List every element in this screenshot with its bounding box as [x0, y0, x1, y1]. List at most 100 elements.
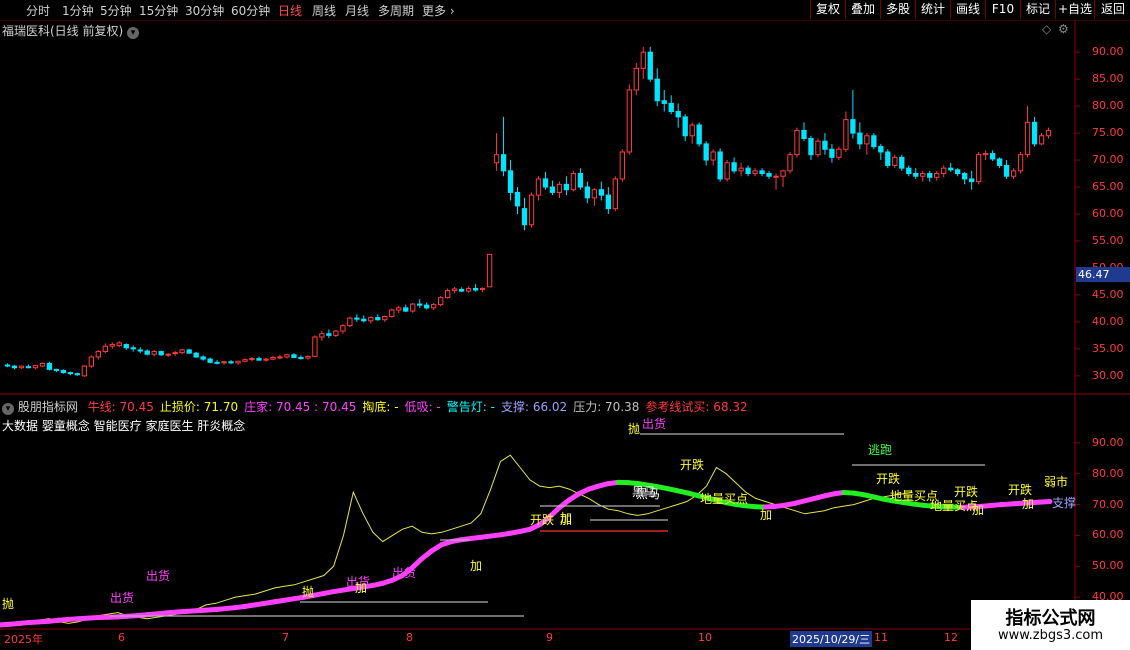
- candle-body-22: [158, 351, 164, 356]
- candle-body-54: [382, 315, 388, 321]
- candle-body-102: [717, 151, 723, 180]
- candle-body-36: [256, 358, 262, 361]
- signal-label-21: 加: [1022, 497, 1034, 511]
- candle-body-68: [479, 287, 486, 291]
- watermark-title: 指标公式网: [1005, 608, 1096, 629]
- candle-body-124: [871, 135, 877, 148]
- main-y-tick-9: 45.00: [1092, 287, 1124, 301]
- x-label-oct: 10: [698, 631, 712, 644]
- x-label-jun: 6: [118, 631, 125, 644]
- ind-y-tick-0: 90.00: [1092, 435, 1124, 449]
- signal-label-11: 抛: [628, 421, 640, 436]
- candle-body-146: [1024, 121, 1031, 156]
- candle-body-119: [836, 148, 842, 158]
- ind-y-tick-4: 50.00: [1092, 559, 1124, 573]
- candle-body-143: [1003, 164, 1010, 177]
- candle-body-80: [563, 183, 570, 191]
- candle-body-117: [822, 140, 828, 150]
- signal-label-3: 抛: [302, 584, 314, 599]
- kline-chart[interactable]: 抛出货出货抛出货出货加加加开跌黑马抛 出货黑马开跌地量买点加开跌逃跑地量买点 开跌加…: [0, 0, 1130, 650]
- x-label-sep: 9: [546, 631, 553, 644]
- candle-body-64: [451, 288, 458, 292]
- candle-body-45: [319, 333, 325, 338]
- candle-body-26: [186, 349, 192, 354]
- candle-body-56: [396, 307, 402, 311]
- candle-body-70: [493, 154, 500, 164]
- candle-body-134: [941, 167, 947, 175]
- candle-body-27: [193, 352, 199, 358]
- candle-body-138: [968, 178, 975, 183]
- candle-body-126: [885, 151, 891, 166]
- candle-body-105: [738, 167, 744, 172]
- candle-body-99: [696, 124, 702, 145]
- candle-body-140: [982, 153, 989, 156]
- candle-body-89: [626, 89, 632, 153]
- gear-icon[interactable]: ⚙: [1058, 22, 1069, 36]
- candle-body-65: [458, 289, 465, 292]
- candle-body-55: [389, 309, 395, 317]
- candle-body-43: [305, 355, 311, 359]
- candle-body-0: [4, 364, 11, 367]
- signal-label-0: 抛: [2, 596, 14, 611]
- signal-label-25: 弱市: [1044, 474, 1068, 489]
- readout-6: 支撑: 66.02: [500, 400, 568, 414]
- candle-body-71: [500, 154, 507, 172]
- candle-body-75: [528, 194, 535, 226]
- signal-label-7: 加: [470, 559, 482, 573]
- candle-body-103: [724, 162, 730, 180]
- stock-title: 福瑞医科(日线 前复权): [2, 24, 124, 38]
- x-label-jul: 7: [282, 631, 289, 644]
- signal-label-2: 出货: [146, 568, 170, 583]
- x-label-2025: 2025年: [4, 633, 43, 646]
- candle-body-100: [703, 143, 709, 161]
- diamond-icon[interactable]: ◇: [1042, 22, 1051, 36]
- candle-body-111: [780, 170, 786, 177]
- candle-body-58: [410, 303, 416, 312]
- candle-body-66: [465, 287, 472, 292]
- candle-body-13: [95, 351, 101, 358]
- candle-body-25: [179, 349, 185, 354]
- main-y-tick-0: 90.00: [1092, 45, 1124, 59]
- main-y-tick-4: 70.00: [1092, 153, 1124, 167]
- x-label-nov: 11: [874, 631, 888, 644]
- candle-body-47: [333, 330, 339, 336]
- candle-body-23: [165, 353, 171, 356]
- candle-body-144: [1010, 170, 1017, 177]
- candle-body-15: [109, 344, 115, 347]
- candle-body-137: [962, 173, 968, 180]
- signal-label-15: 地量买点: [700, 492, 748, 506]
- candle-body-74: [521, 208, 528, 226]
- candle-body-81: [570, 173, 577, 191]
- candle-body-4: [32, 365, 39, 369]
- candle-body-34: [242, 359, 248, 362]
- candle-body-38: [270, 356, 276, 360]
- current-price-marker: 46.47: [1076, 267, 1130, 282]
- candle-body-21: [151, 351, 157, 355]
- candle-body-116: [815, 140, 821, 156]
- candle-body-91: [640, 51, 646, 69]
- indicator-name: 股朋指标网: [17, 400, 78, 414]
- candle-body-84: [591, 189, 598, 199]
- circle-chevron-icon[interactable]: ▾: [2, 403, 14, 415]
- chevron-down-icon[interactable]: ▾: [127, 27, 140, 39]
- signal-label-5: 出货: [392, 565, 416, 580]
- crosshair-date-label: 2025/10/29/三: [790, 631, 873, 647]
- watermark-logo: 指标公式网 www.zbgs3.com: [971, 600, 1130, 650]
- signal-label-14: 开跌: [680, 457, 704, 472]
- candle-body-48: [340, 325, 346, 332]
- signal-label-26: 支撑: [1052, 495, 1076, 510]
- ind-y-tick-1: 80.00: [1092, 466, 1124, 480]
- candle-body-122: [857, 132, 863, 145]
- candle-body-129: [906, 167, 912, 175]
- candle-body-41: [291, 354, 297, 358]
- candle-body-3: [25, 366, 32, 369]
- candle-body-33: [235, 360, 241, 364]
- candle-body-78: [549, 186, 556, 193]
- candle-body-107: [752, 170, 758, 175]
- readout-2: 庄家: 70.45 : 70.45: [244, 400, 357, 414]
- candle-body-135: [948, 167, 954, 171]
- candle-body-142: [996, 158, 1003, 166]
- candle-body-115: [808, 137, 814, 156]
- candle-body-12: [88, 356, 94, 367]
- candle-body-40: [284, 354, 290, 358]
